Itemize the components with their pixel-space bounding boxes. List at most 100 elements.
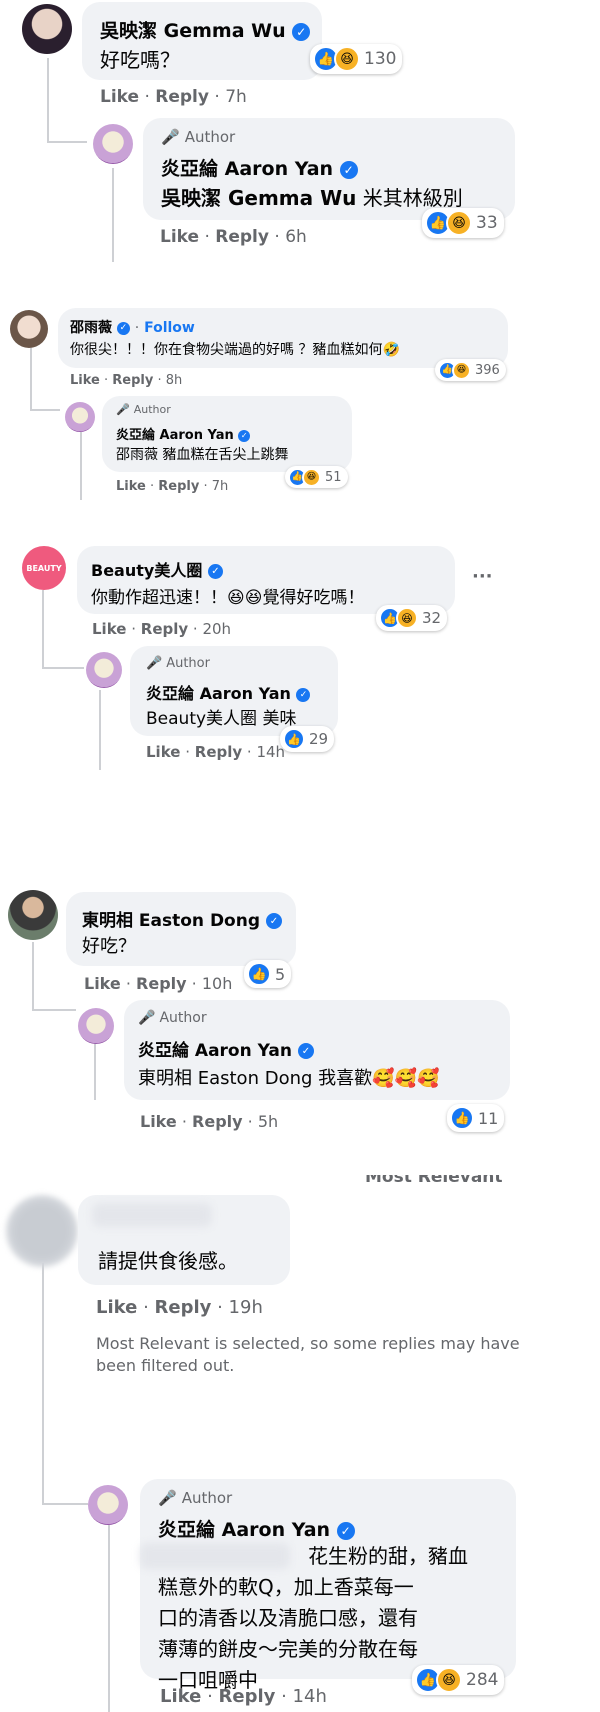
avatar[interactable] [8,890,58,940]
like-link[interactable]: Like [160,227,199,247]
timestamp[interactable]: 7h [212,479,229,494]
reaction-summary[interactable]: 👍 😆 396 [435,359,506,381]
timestamp[interactable]: 5h [258,1112,278,1131]
reply-author-name[interactable]: 炎亞綸 Aaron Yan ✓ [161,154,358,181]
microphone-icon: 🎤 [161,128,180,146]
comment-actions: Like · Reply · 8h [70,373,183,388]
reply-link[interactable]: Reply [155,1297,212,1318]
like-reaction-icon: 👍 [450,1106,474,1130]
verified-badge-icon: ✓ [339,160,358,179]
avatar[interactable] [93,124,133,164]
reply-bubble: 🎤 Author 炎亞綸 Aaron Yan ✓ Beauty美人圈 美味 [130,646,338,736]
timestamp[interactable]: 8h [166,373,183,388]
reply-link[interactable]: Reply [141,620,188,638]
verified-badge-icon: ✓ [296,687,311,702]
commenter-name[interactable]: Beauty美人圈 ✓ [91,557,223,581]
comment-bubble: 東明相 Easton Dong ✓ 好吃？ [66,892,296,966]
reply-link[interactable]: Reply [192,1112,243,1131]
timestamp[interactable]: 19h [229,1297,263,1318]
reaction-summary[interactable]: 👍 😆 51 [285,466,348,488]
reply-link[interactable]: Reply [215,227,269,247]
thread-line-branch [32,1009,76,1011]
reply-author-name[interactable]: 炎亞綸 Aaron Yan ✓ [158,1515,355,1542]
thread-line-branch [30,409,60,411]
timestamp[interactable]: 6h [285,227,307,247]
reply-bubble: 🎤 Author 炎亞綸 Aaron Yan ✓ 邵雨薇 豬血糕在舌尖上跳舞 [102,396,352,472]
comment-bubble: Beauty美人圈 ✓ 你動作超迅速！！😆😆覺得好吃嗎！ [77,546,455,614]
like-link[interactable]: Like [84,974,121,993]
like-link[interactable]: Like [160,1686,201,1707]
avatar[interactable]: BEAUTY [22,546,66,590]
thread-line [80,432,82,500]
reply-link[interactable]: Reply [158,479,199,494]
reply-link[interactable]: Reply [136,974,187,993]
timestamp[interactable]: 20h [202,620,231,638]
comment-actions: Like · Reply · 20h [92,620,232,638]
commenter-name[interactable]: 吳映潔 Gemma Wu ✓ [100,16,311,43]
mention-link[interactable]: 吳映潔 Gemma Wu [161,186,356,210]
commenter-name[interactable]: 東明相 Easton Dong ✓ [82,906,282,931]
microphone-icon: 🎤 [146,656,163,671]
like-reaction-icon: 👍 [247,962,271,986]
mention-link[interactable]: 邵雨薇 [116,447,158,463]
avatar[interactable] [6,1195,78,1267]
like-link[interactable]: Like [100,87,139,107]
more-options-button[interactable]: ··· [472,566,493,587]
like-link[interactable]: Like [116,479,146,494]
reply-link[interactable]: Reply [112,373,153,388]
like-link[interactable]: Like [92,620,126,638]
like-link[interactable]: Like [146,743,180,761]
reply-link[interactable]: Reply [219,1686,276,1707]
thread-line [42,1323,44,1503]
comment-text: 你很尖！！！你在食物尖端過的好嗎 ？豬血糕如何🤣 [70,342,400,358]
comment-bubble: 請提供食後感。 [78,1195,290,1285]
reaction-summary[interactable]: 👍 11 [447,1104,505,1132]
reply-author-name[interactable]: 炎亞綸 Aaron Yan ✓ [116,424,251,443]
mention-link[interactable]: 東明相 Easton Dong [138,1068,312,1089]
reply-link[interactable]: Reply [155,87,209,107]
microphone-icon: 🎤 [116,403,130,416]
reaction-summary[interactable]: 👍 😆 32 [376,605,448,631]
avatar[interactable] [78,1008,114,1044]
avatar[interactable] [22,4,72,54]
like-link[interactable]: Like [70,373,100,388]
like-reaction-icon: 👍 [283,728,305,750]
like-link[interactable]: Like [96,1297,137,1318]
sort-header-partial[interactable]: Most Relevant [365,1175,503,1185]
reaction-summary[interactable]: 👍 29 [280,726,335,752]
blurred-commenter-name [92,1203,212,1227]
reply-author-name[interactable]: 炎亞綸 Aaron Yan ✓ [138,1036,314,1061]
commenter-name[interactable]: 邵雨薇 ✓ · Follow [70,317,195,337]
timestamp[interactable]: 14h [293,1686,327,1707]
verified-badge-icon: ✓ [292,22,311,41]
follow-button[interactable]: Follow [144,320,195,336]
timestamp[interactable]: 10h [202,974,233,993]
timestamp[interactable]: 14h [256,743,285,761]
reply-author-name[interactable]: 炎亞綸 Aaron Yan ✓ [146,680,311,704]
avatar[interactable] [10,310,48,348]
thread-line [42,1263,44,1323]
mention-link[interactable]: Beauty美人圈 [146,709,257,729]
avatar[interactable] [88,1485,128,1525]
microphone-icon: 🎤 [158,1489,177,1507]
avatar[interactable] [65,402,95,432]
comment-thread-3: BEAUTY Beauty美人圈 ✓ 你動作超迅速！！😆😆覺得好吃嗎！ ··· … [0,540,600,840]
avatar[interactable] [86,652,122,688]
comment-thread-5: Most Relevant 請提供食後感。 Like · Reply · 19h… [0,1175,600,1712]
thread-line-branch [47,141,87,143]
reply-actions: Like · Reply · 7h [116,479,229,494]
reaction-summary[interactable]: 👍 😆 130 [310,44,403,74]
reply-bubble: 🎤 Author 炎亞綸 Aaron Yan ✓ 東明相 Easton Dong … [124,1000,510,1100]
reply-text: 米其林級別 [362,186,463,210]
reaction-summary[interactable]: 👍 5 [244,960,292,988]
reaction-summary[interactable]: 👍 😆 33 [422,208,504,238]
verified-badge-icon: ✓ [238,429,251,442]
reaction-summary[interactable]: 👍 😆 284 [412,1665,505,1695]
thread-line-branch [42,1503,88,1505]
verified-badge-icon: ✓ [265,913,282,929]
like-link[interactable]: Like [140,1112,177,1131]
timestamp[interactable]: 7h [225,87,247,107]
microphone-icon: 🎤 [138,1010,156,1026]
thread-line [30,346,32,410]
reply-link[interactable]: Reply [195,743,242,761]
